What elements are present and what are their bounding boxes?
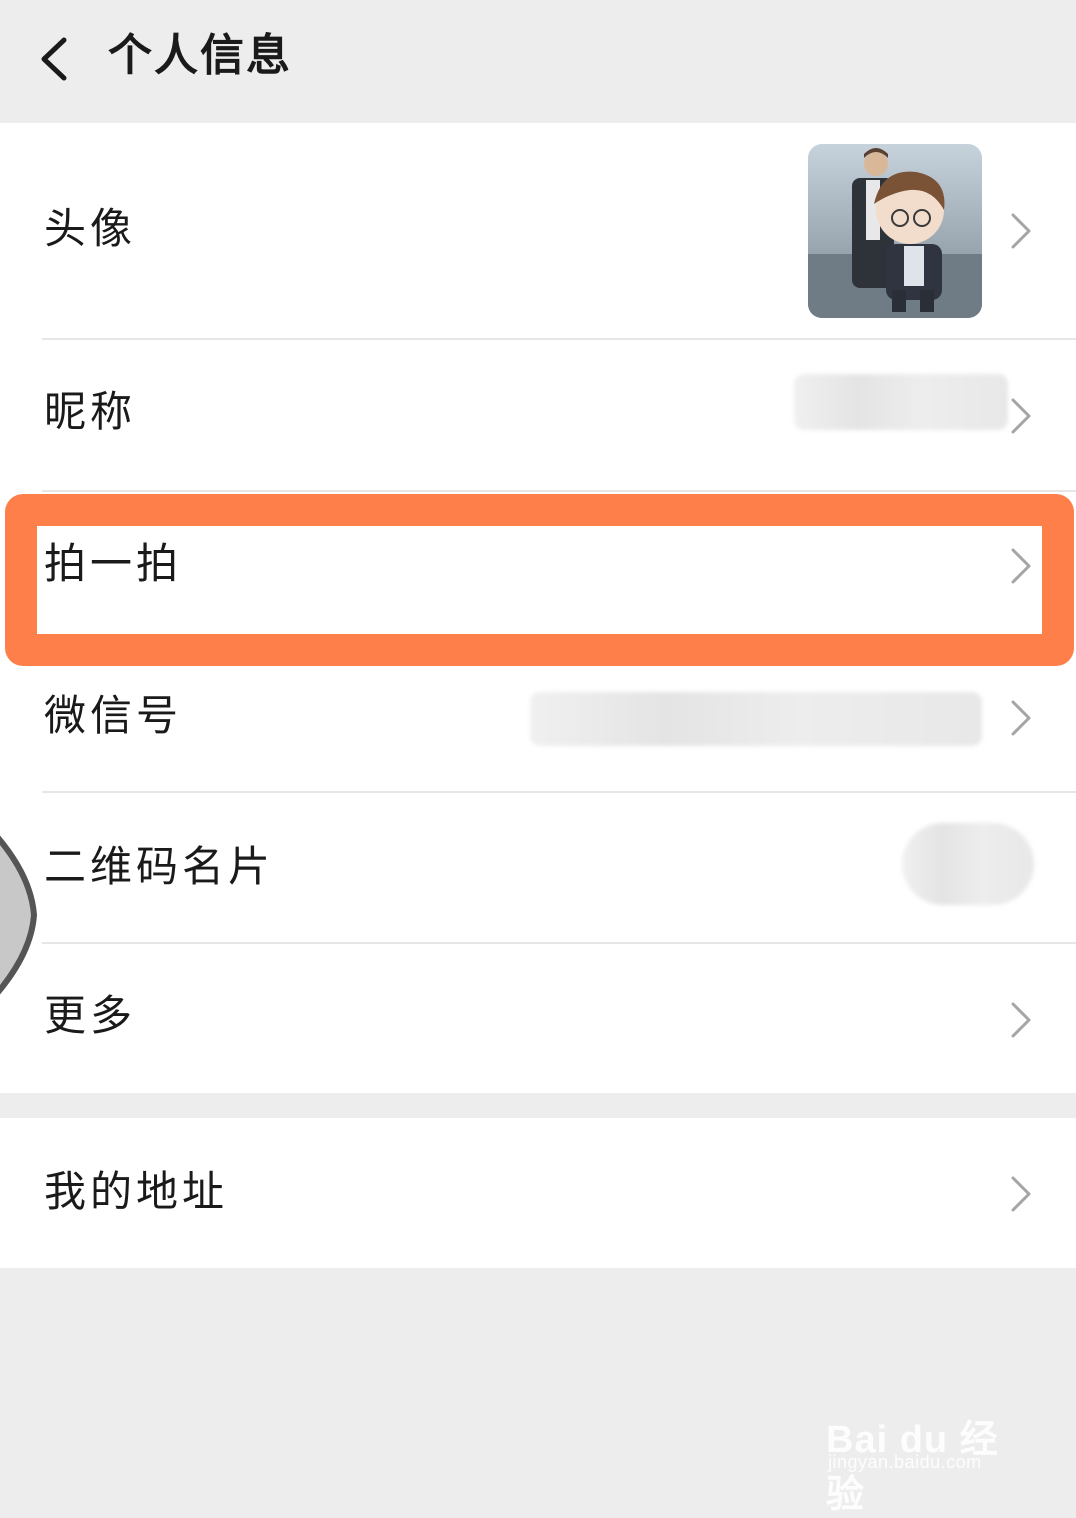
more-label: 更多: [44, 991, 137, 1040]
top-bar: 个人信息: [0, 0, 1076, 123]
highlight-box: [5, 494, 1074, 666]
row-more[interactable]: 更多: [0, 944, 1076, 1093]
chevron-right-icon: [1011, 1002, 1031, 1038]
avatar-label: 头像: [44, 204, 137, 253]
qrcode-label: 二维码名片: [44, 842, 275, 891]
baidu-watermark: Bai du 经验 jingyan.baidu.com: [822, 1388, 1022, 1516]
row-qrcode[interactable]: 二维码名片: [0, 793, 1076, 943]
address-label: 我的地址: [44, 1167, 229, 1216]
nickname-value-blurred: [794, 374, 1008, 430]
watermark-url-text: jingyan.baidu.com: [828, 1452, 982, 1472]
chevron-right-icon: [1011, 213, 1031, 249]
qrcode-icon-blurred: [902, 823, 1034, 905]
row-nickname[interactable]: 昵称: [0, 340, 1076, 490]
side-overlay-shape: [0, 835, 38, 995]
row-wechat-id[interactable]: 微信号: [0, 642, 1076, 792]
chevron-right-icon: [1011, 700, 1031, 736]
nickname-label: 昵称: [44, 387, 137, 436]
wechat-id-label: 微信号: [44, 691, 183, 740]
page-title: 个人信息: [108, 30, 292, 81]
back-chevron-icon[interactable]: [34, 34, 78, 84]
row-address[interactable]: 我的地址: [0, 1118, 1076, 1268]
chevron-right-icon: [1011, 398, 1031, 434]
avatar-image[interactable]: [808, 144, 982, 318]
chevron-right-icon: [1011, 1176, 1031, 1212]
wechat-id-value-blurred: [530, 692, 982, 746]
